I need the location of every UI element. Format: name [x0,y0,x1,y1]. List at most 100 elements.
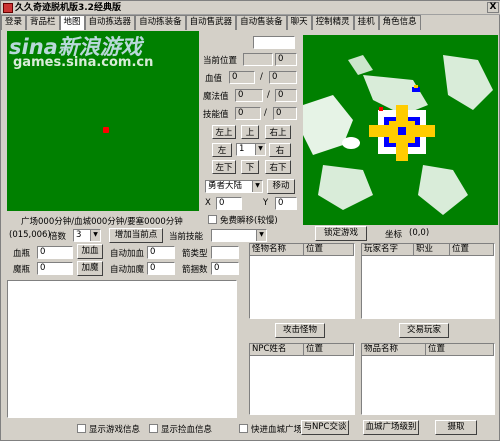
tab-9[interactable]: 挂机 [353,15,379,30]
blood-level-button[interactable]: 血城广场级别 [363,420,419,435]
mp-max: 0 [275,89,297,102]
mp-bottle-input[interactable]: 0 [37,262,73,275]
move-right-button[interactable]: 右 [269,143,291,157]
move-down-button[interactable]: 下 [241,160,259,174]
show-pickup-info-checkbox[interactable] [149,424,158,433]
quick-enter-checkbox[interactable] [239,424,248,433]
tab-10[interactable]: 角色信息 [378,15,421,30]
current-skill-select[interactable]: ▼ [211,229,267,242]
map-select[interactable]: 勇者大陆 ▼ [205,180,263,193]
show-game-info-checkbox[interactable] [77,424,86,433]
free-teleport-checkbox[interactable] [208,215,217,224]
chevron-down-icon: ▼ [255,144,265,155]
tab-1[interactable]: 背品栏 [26,15,60,30]
y-input[interactable]: 0 [275,197,297,210]
hp-bottle-label: 血瓶 [13,249,31,259]
map-value: 勇者大陆 [208,181,243,191]
item-name-column[interactable]: 物品名称 [362,344,426,355]
sp-value: 0 [235,107,261,120]
monster-list-header: 怪物名称 位置 [250,244,354,256]
auto-add-mp-input[interactable]: 0 [147,262,175,275]
hp-max: 0 [269,71,297,84]
current-pos-x [243,53,273,66]
arrow-type-label: 箭类型 [182,249,208,259]
attack-monster-button[interactable]: 攻击怪物 [275,323,325,338]
quick-enter-label: 快进血城广场 [251,425,303,435]
npc-talk-button[interactable]: 与NPC交谈 [301,420,349,435]
tab-6[interactable]: 自动售装备 [236,15,287,30]
item-pos-column[interactable]: 位置 [426,344,494,355]
y-label: Y [263,198,269,208]
game-view[interactable]: sina新浪游戏 games.sina.com.cn [7,31,199,211]
item-list-header: 物品名称 位置 [362,344,494,356]
move-up-button[interactable]: 上 [241,125,259,139]
tab-5[interactable]: 自动售武器 [185,15,237,30]
arrow-type-input[interactable] [211,246,239,259]
grab-button[interactable]: 摄取 [435,420,477,435]
move-left-button[interactable]: 左 [212,143,232,157]
close-button[interactable]: X [487,2,499,13]
tab-3[interactable]: 自动拣选器 [84,15,136,30]
tab-bar: 登录 背品栏 地图 自动拣选器 自动拣装备 自动售武器 自动售装备 聊天 控制精灵 挂机 角色信息 [1,15,500,30]
arrow-count-label: 箭捆数 [182,265,208,275]
title-bar: 久久奇迹脱机版3.2经典版 X [1,1,500,15]
monster-list[interactable]: 怪物名称 位置 [249,243,355,319]
add-mp-button[interactable]: 加魔 [77,261,103,276]
item-list[interactable]: 物品名称 位置 [361,343,495,415]
add-current-point-button[interactable]: 增加当前点 [109,228,163,243]
player-name-column[interactable]: 玩家名字 [362,244,414,255]
move-button[interactable]: 移动 [267,179,295,194]
hp-bottle-input[interactable]: 0 [37,246,73,259]
move-down-left-button[interactable]: 左下 [212,160,236,174]
npc-pos-column[interactable]: 位置 [304,344,354,355]
npc-name-column[interactable]: NPC姓名 [250,344,304,355]
player-marker [103,127,109,133]
x-input[interactable]: 0 [216,197,242,210]
monster-pos-column[interactable]: 位置 [304,244,354,255]
auto-add-hp-label: 自动加血 [110,249,145,259]
minimap[interactable] [303,35,498,225]
hp-slash: / [260,72,263,82]
move-up-right-button[interactable]: 右上 [265,125,291,139]
chevron-down-icon: ▼ [252,181,262,192]
player-pos-column[interactable]: 位置 [450,244,494,255]
minimap-terrain [303,55,493,215]
npc-list-header: NPC姓名 位置 [250,344,354,356]
tab-4[interactable]: 自动拣装备 [135,15,186,30]
npc-list[interactable]: NPC姓名 位置 [249,343,355,415]
tab-8[interactable]: 控制精灵 [311,15,354,30]
lock-game-button[interactable]: 锁定游戏 [315,226,367,241]
minimap-player-marker [379,107,383,111]
current-skill-label: 当前技能 [169,232,204,242]
tab-2[interactable]: 地图 [59,15,85,30]
position-readout: (015,006) [9,230,51,240]
arrow-count-input[interactable]: 0 [211,262,239,275]
tab-0[interactable]: 登录 [1,15,27,30]
player-list[interactable]: 玩家名字 职业 位置 [361,243,495,319]
free-teleport-label: 免费瞬移(较慢) [220,216,278,226]
coords-label: 坐标 [385,230,403,240]
add-hp-button[interactable]: 加血 [77,244,103,259]
sp-label: 技能值 [203,110,229,120]
trade-player-button[interactable]: 交易玩家 [399,323,449,338]
multiplier-label: 倍数 [49,232,67,242]
move-down-right-button[interactable]: 右下 [265,160,291,174]
mp-bottle-label: 魔瓶 [13,265,31,275]
move-up-left-button[interactable]: 左上 [212,125,236,139]
app-window: 久久奇迹脱机版3.2经典版 X 登录 背品栏 地图 自动拣选器 自动拣装备 自动售武器 自动… [0,0,500,441]
tab-7[interactable]: 聊天 [286,15,312,30]
current-pos-y: 0 [275,53,297,66]
multiplier-select[interactable]: 3 ▼ [73,229,101,242]
hp-value: 0 [229,71,255,84]
x-label: X [205,198,211,208]
speed-value: 1 [239,144,245,154]
name-field[interactable] [253,36,295,49]
auto-add-hp-input[interactable]: 0 [147,246,175,259]
coords-value: (0,0) [409,228,430,238]
speed-select[interactable]: 1 ▼ [236,143,266,156]
monster-name-column[interactable]: 怪物名称 [250,244,304,255]
game-log[interactable] [7,280,237,418]
sp-slash: / [264,108,267,118]
chevron-down-icon: ▼ [256,230,266,241]
player-class-column[interactable]: 职业 [414,244,450,255]
